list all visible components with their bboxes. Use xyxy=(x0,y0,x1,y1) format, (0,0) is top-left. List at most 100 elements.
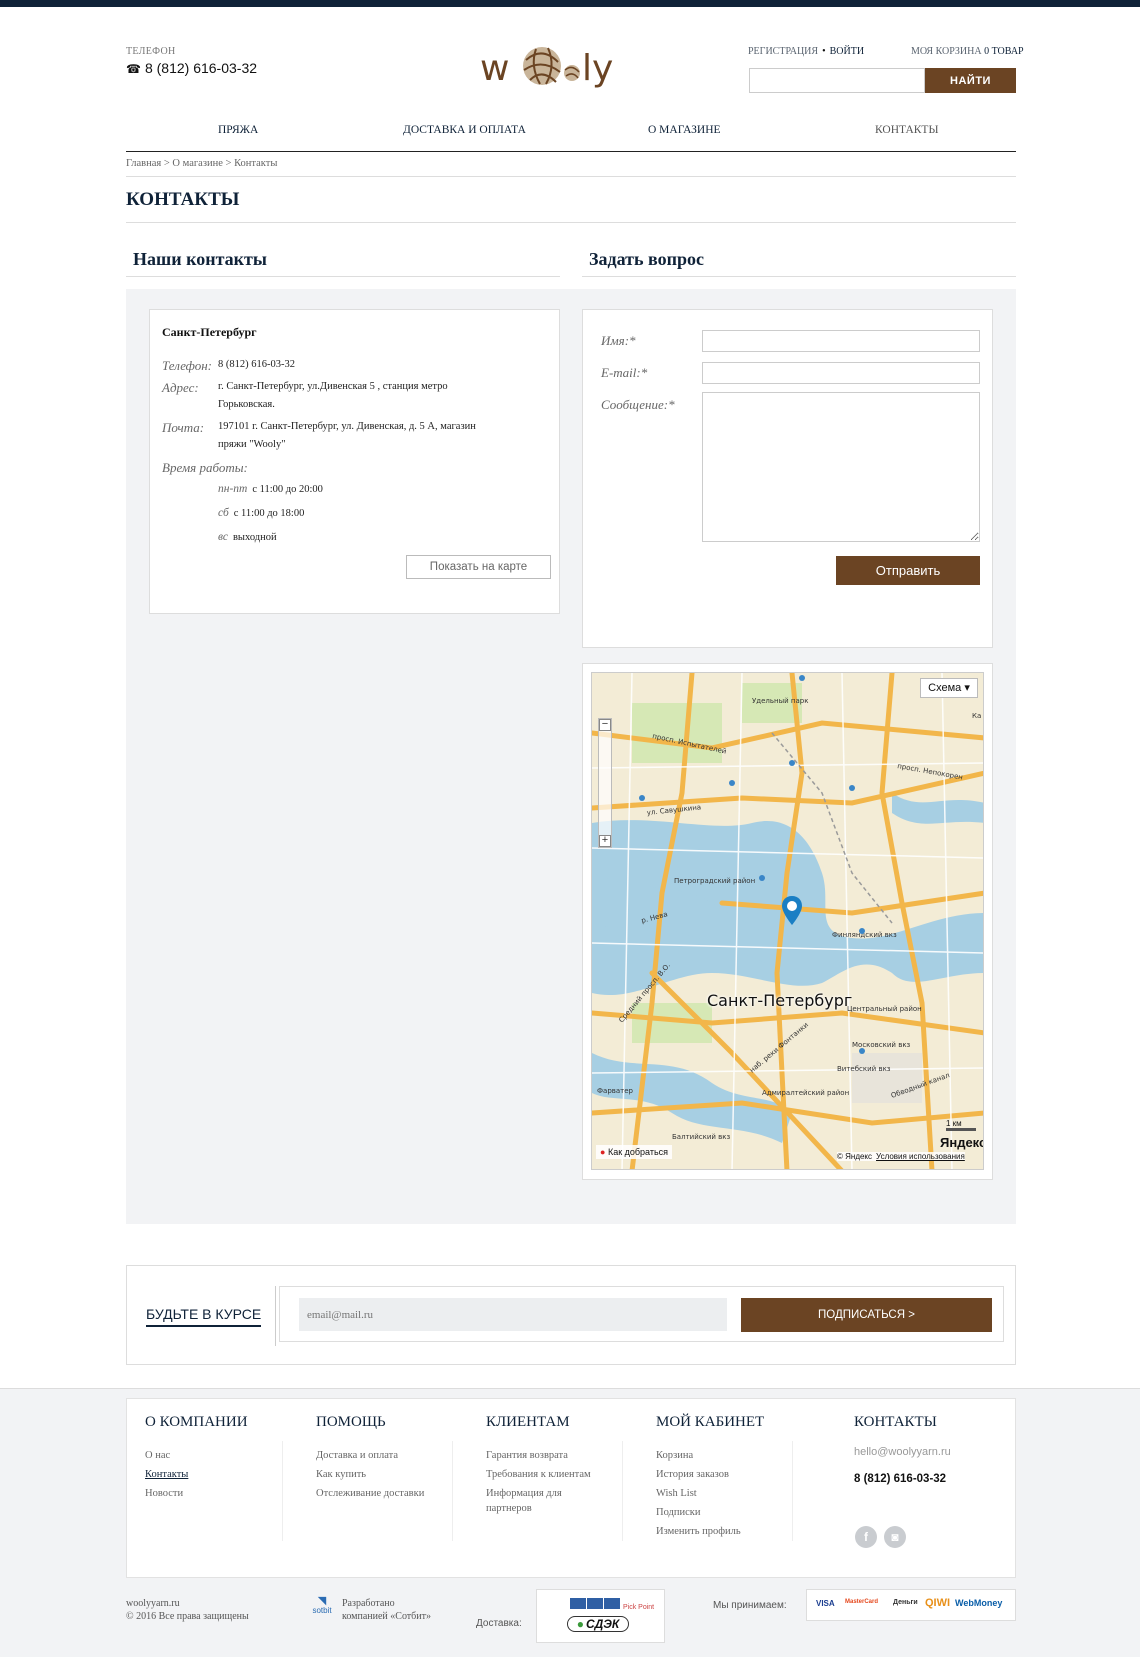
breadcrumb: Главная > О магазине > Контакты xyxy=(126,158,278,169)
zoom-slider[interactable]: − + xyxy=(598,718,612,848)
hours-row: пн-пт с 11:00 до 20:00 xyxy=(218,483,323,495)
qiwi-icon: QIWI xyxy=(925,1597,951,1609)
yandex-map[interactable]: просп. Испытателей ул. Савушкина просп. … xyxy=(591,672,984,1170)
footer-link[interactable]: Подписки xyxy=(656,1503,764,1522)
hours-label: Время работы: xyxy=(162,460,248,475)
address-label: Адрес: xyxy=(162,380,199,395)
svg-text:Петроградский район: Петроградский район xyxy=(674,877,755,885)
developer-credit: Разработано компанией «Сотбит» xyxy=(342,1598,431,1622)
footer-link[interactable]: Корзина xyxy=(656,1446,764,1465)
map-terms-link[interactable]: Условия использования xyxy=(876,1152,965,1161)
delivery-logos: Pick Point ● СДЭК xyxy=(536,1589,665,1643)
top-accent-bar xyxy=(0,0,1140,7)
subscribe-title: БУДЬТЕ В КУРСЕ xyxy=(146,1306,262,1327)
email-label: E-mail:* xyxy=(601,365,648,380)
show-on-map-button[interactable]: Показать на карте xyxy=(406,555,551,579)
message-label: Сообщение:* xyxy=(601,397,675,412)
nav-delivery[interactable]: ДОСТАВКА И ОПЛАТА xyxy=(403,124,526,136)
footer-link[interactable]: Информация для партнеров xyxy=(486,1486,606,1516)
footer-col-title: ПОМОЩЬ xyxy=(316,1414,386,1430)
phone-value: 8 (812) 616-03-32 xyxy=(218,359,295,370)
payment-label: Мы принимаем: xyxy=(713,1600,787,1611)
instagram-icon[interactable]: ◙ xyxy=(884,1526,906,1548)
subscribe-block: БУДЬТЕ В КУРСЕ ПОДПИСАТЬСЯ > xyxy=(126,1265,1016,1365)
separator-dot: • xyxy=(822,46,826,57)
header-phone[interactable]: ☎ 8 (812) 616-03-32 xyxy=(126,60,257,76)
footer-link[interactable]: Гарантия возврата xyxy=(486,1446,606,1465)
subscribe-button[interactable]: ПОДПИСАТЬСЯ > xyxy=(741,1298,992,1332)
footer-link[interactable]: Как купить xyxy=(316,1465,424,1484)
footer-link[interactable]: Новости xyxy=(145,1484,248,1503)
footer-link[interactable]: Требования к клиентам xyxy=(486,1465,606,1484)
contacts-section-title: Наши контакты xyxy=(133,249,267,269)
footer-col-company: О КОМПАНИИ О нас Контакты Новости xyxy=(145,1414,248,1503)
address-value: г. Санкт-Петербург, ул.Дивенская 5 , ста… xyxy=(218,381,448,410)
question-form: Имя:* E-mail:* Сообщение:* Отправить xyxy=(582,309,993,648)
payment-logos: VISA MasterCard Деньги QIWI WebMoney xyxy=(806,1589,1016,1621)
footer-email[interactable]: hello@woolyyarn.ru xyxy=(854,1446,951,1458)
nav-contacts[interactable]: КОНТАКТЫ xyxy=(875,124,938,136)
phone-label: Телефон: xyxy=(162,358,212,373)
divider xyxy=(582,276,1016,277)
footer-col-title: МОЙ КАБИНЕТ xyxy=(656,1414,765,1430)
cart-link[interactable]: МОЯ КОРЗИНА 0 ТОВАР xyxy=(911,46,1024,57)
mail-value: 197101 г. Санкт-Петербург, ул. Дивенская… xyxy=(218,421,476,450)
main-nav: ПРЯЖА ДОСТАВКА И ОПЛАТА О МАГАЗИНЕ КОНТА… xyxy=(126,124,1016,152)
footer-phone[interactable]: 8 (812) 616-03-32 xyxy=(854,1473,951,1485)
footer-link[interactable]: О нас xyxy=(145,1446,248,1465)
nav-about[interactable]: О МАГАЗИНЕ xyxy=(648,124,721,136)
breadcrumb-about[interactable]: О магазине xyxy=(172,158,222,169)
svg-text:Центральный район: Центральный район xyxy=(847,1005,922,1013)
route-link[interactable]: ● Как добраться xyxy=(596,1145,673,1159)
footer-link[interactable]: Доставка и оплата xyxy=(316,1446,424,1465)
city-name: Санкт-Петербург xyxy=(162,325,257,339)
breadcrumb-home[interactable]: Главная xyxy=(126,158,161,169)
map-type-selector[interactable]: Схема ▾ xyxy=(920,678,978,698)
footer-col-help: ПОМОЩЬ Доставка и оплата Как купить Отсл… xyxy=(316,1414,424,1503)
phone-icon: ☎ xyxy=(126,62,141,76)
name-field[interactable] xyxy=(702,330,980,352)
mastercard-icon: MasterCard xyxy=(845,1599,879,1605)
footer-col-account: МОЙ КАБИНЕТ Корзина История заказов Wish… xyxy=(656,1414,764,1541)
breadcrumb-current: Контакты xyxy=(234,158,278,169)
login-link[interactable]: ВОЙТИ xyxy=(830,46,864,57)
sotbit-logo[interactable]: ◥ sotbit xyxy=(310,1596,334,1616)
footer-col-contacts: КОНТАКТЫ hello@woolyyarn.ru 8 (812) 616-… xyxy=(854,1414,951,1485)
footer-col-title: О КОМПАНИИ xyxy=(145,1414,248,1430)
wooly-logo[interactable]: w ly xyxy=(480,38,625,94)
search-input[interactable] xyxy=(749,68,925,93)
logo-ly: ly xyxy=(582,48,613,89)
email-field[interactable] xyxy=(702,362,980,384)
nav-yarn[interactable]: ПРЯЖА xyxy=(218,124,258,136)
map-copyright: © Яндекс Условия использования xyxy=(837,1152,965,1161)
footer-link[interactable]: Контакты xyxy=(145,1465,248,1484)
divider xyxy=(792,1441,793,1541)
footer-link[interactable]: Wish List xyxy=(656,1484,764,1503)
zoom-in-button[interactable]: + xyxy=(599,835,611,847)
webmoney-icon: WebMoney xyxy=(955,1598,1003,1608)
submit-button[interactable]: Отправить xyxy=(836,556,980,585)
footer-link[interactable]: Изменить профиль xyxy=(656,1522,764,1541)
cart-count: 0 ТОВАР xyxy=(984,46,1024,57)
divider xyxy=(282,1441,283,1541)
search-button[interactable]: НАЙТИ xyxy=(925,68,1016,93)
logo-w: w xyxy=(480,48,509,89)
footer-col-clients: КЛИЕНТАМ Гарантия возврата Требования к … xyxy=(486,1414,606,1516)
svg-text:Балтийский вкз: Балтийский вкз xyxy=(672,1133,730,1141)
footer-link[interactable]: История заказов xyxy=(656,1465,764,1484)
visa-icon: VISA xyxy=(816,1599,835,1608)
location-pin-icon[interactable] xyxy=(781,895,803,927)
page-title: КОНТАКТЫ xyxy=(126,189,240,210)
message-field[interactable] xyxy=(702,392,980,542)
svg-text:Московский вкз: Московский вкз xyxy=(852,1041,911,1049)
register-link[interactable]: РЕГИСТРАЦИЯ xyxy=(748,46,818,57)
facebook-icon[interactable]: f xyxy=(855,1526,877,1548)
divider xyxy=(126,276,560,277)
footer-link[interactable]: Отслеживание доставки xyxy=(316,1484,424,1503)
contacts-card: Санкт-Петербург Телефон: 8 (812) 616-03-… xyxy=(149,309,560,614)
svg-text:Витебский вкз: Витебский вкз xyxy=(837,1065,891,1073)
copyright: woolyyarn.ru © 2016 Все права защищены xyxy=(126,1598,249,1622)
subscribe-email-input[interactable] xyxy=(299,1298,727,1331)
auth-links: РЕГИСТРАЦИЯ • ВОЙТИ xyxy=(748,46,864,57)
zoom-out-button[interactable]: − xyxy=(599,719,611,731)
